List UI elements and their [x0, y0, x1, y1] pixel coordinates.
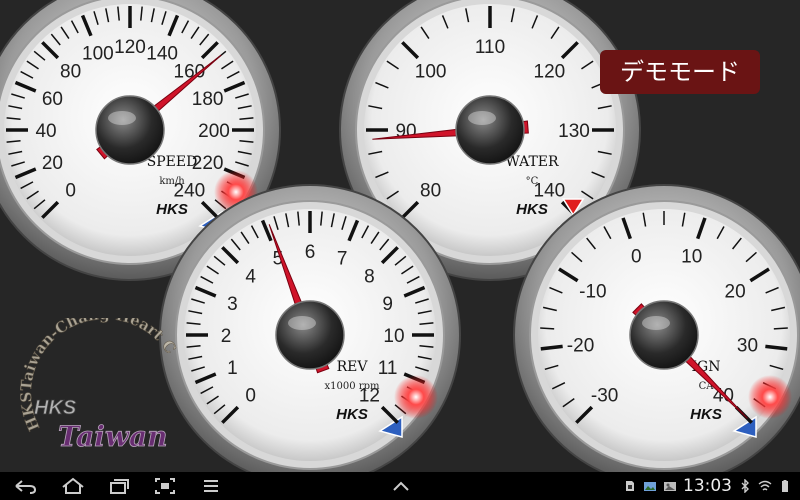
screenshot-icon: [155, 478, 175, 494]
hub-highlight: [108, 111, 136, 125]
tick-label: 11: [378, 358, 398, 379]
recent-apps-button[interactable]: [104, 476, 134, 496]
tick-label: 20: [725, 281, 746, 302]
hks-logo: HKS: [690, 406, 722, 423]
tick-label: 4: [245, 267, 256, 288]
hub-highlight: [288, 316, 316, 330]
tick-label: 0: [65, 180, 76, 201]
tick-label: 0: [245, 385, 256, 406]
rev-gauge[interactable]: 012345 6 789101112REVx1000 rpmHKS: [158, 183, 462, 487]
hks-taiwan-watermark-logo: HKSTaiwan-Chang Heart Corp HKS Taiwan: [20, 318, 180, 453]
recent-apps-icon: [110, 479, 129, 494]
tick-label: 8: [364, 267, 375, 288]
back-button[interactable]: [10, 476, 40, 496]
warning-light: [748, 375, 792, 419]
tick-label: 7: [337, 248, 348, 269]
minor-tick: [773, 327, 788, 330]
tick-label: 120: [534, 62, 566, 83]
tick-label: 100: [82, 43, 114, 64]
hub-highlight: [468, 111, 496, 125]
tick-label: 6: [305, 242, 316, 263]
tick-label: 10: [383, 326, 404, 347]
sim-card-icon: [626, 481, 634, 491]
gauge-title: WATER: [505, 154, 559, 170]
tick-label: 2: [221, 326, 232, 347]
needle-hub: [629, 300, 699, 370]
hide-navigation-button[interactable]: [386, 476, 416, 496]
home-button[interactable]: [58, 476, 88, 496]
demo-mode-badge[interactable]: デモモード: [600, 50, 760, 94]
ignition-gauge[interactable]: -30-20-10010203040IGNCAHKS: [512, 183, 800, 487]
gallery-icon: [644, 482, 656, 491]
tick-label: -30: [591, 385, 618, 406]
back-icon: [15, 480, 37, 494]
tick-label: 40: [35, 121, 56, 142]
needle-hub: [95, 95, 165, 165]
tick-label: 80: [60, 62, 81, 83]
major-tick: [765, 344, 788, 351]
tick-label: 1: [227, 358, 238, 379]
hks-logo: HKS: [336, 406, 368, 423]
gauge-unit: x1000 rpm: [325, 381, 380, 392]
tick-label: 200: [198, 121, 230, 142]
menu-icon: [204, 480, 218, 492]
home-icon: [62, 477, 84, 494]
system-navigation-bar: 13:03: [0, 472, 800, 500]
minor-tick: [540, 327, 555, 330]
tick-label: 90: [395, 121, 416, 142]
status-area[interactable]: 13:03: [623, 472, 800, 500]
image-icon: [664, 482, 676, 491]
watermark-script: Taiwan: [58, 420, 168, 453]
hub-highlight: [642, 316, 670, 330]
tick-label: 130: [558, 121, 590, 142]
tick-label: 110: [475, 37, 505, 58]
menu-button[interactable]: [196, 476, 226, 496]
gauge-title: REV: [337, 359, 369, 375]
needle-hub: [275, 300, 345, 370]
battery-icon: [782, 480, 788, 492]
chevron-up-icon: [393, 481, 409, 491]
tick-label: 20: [42, 153, 63, 174]
tick-label: 180: [192, 89, 224, 110]
tick-label: 30: [737, 335, 758, 356]
tick-label: 9: [382, 294, 393, 315]
major-tick: [540, 344, 563, 351]
tick-label: 3: [227, 294, 238, 315]
tick-label: 10: [681, 247, 702, 268]
tick-label: 120: [114, 37, 146, 58]
tick-label: -20: [567, 335, 594, 356]
tick-label: -10: [579, 281, 606, 302]
screenshot-button[interactable]: [150, 476, 180, 496]
tick-label: 0: [631, 247, 642, 268]
tick-label: 60: [42, 89, 63, 110]
watermark-brand: HKS: [34, 397, 77, 419]
gauge-title: SPEED: [147, 154, 198, 170]
status-clock: 13:03: [683, 476, 732, 496]
needle-hub: [455, 95, 525, 165]
gauge-dashboard: 0 20 40 60 80 100 120 140 160 180 200 220 240 SPEED km…: [0, 0, 800, 486]
wifi-icon: [758, 480, 772, 491]
bluetooth-icon: [741, 479, 749, 493]
warning-light: [394, 375, 438, 419]
tick-label: 100: [415, 62, 447, 83]
